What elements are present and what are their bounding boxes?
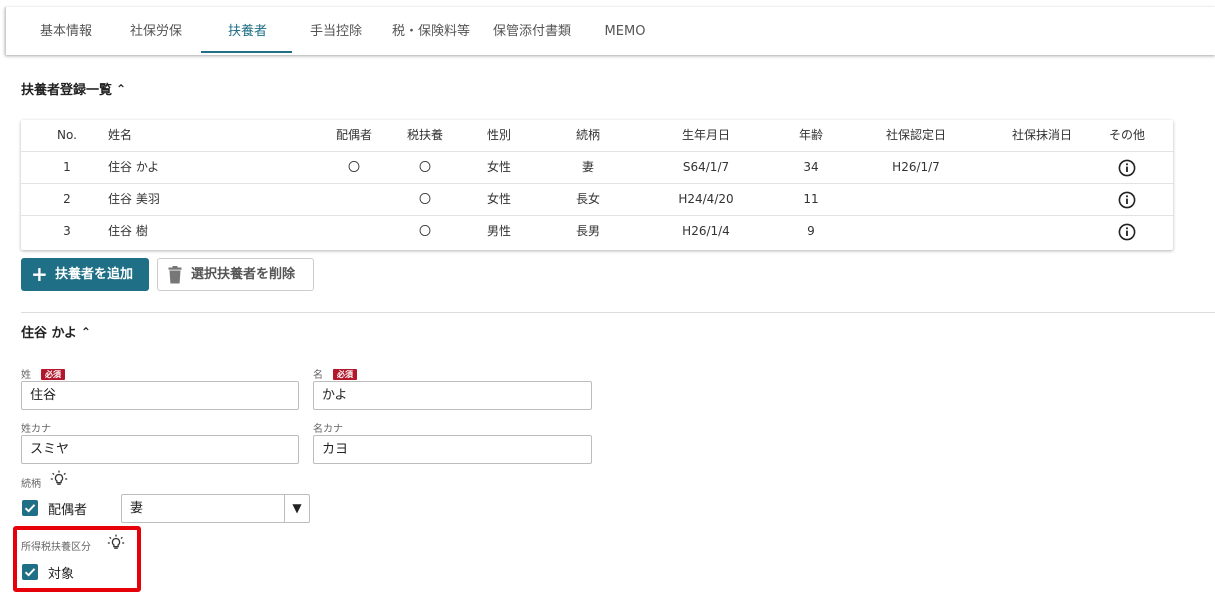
- col-age: 年齢: [798, 128, 823, 142]
- trash-icon: [168, 266, 182, 284]
- col-no: No.: [57, 128, 77, 142]
- spouse-checkbox-label[interactable]: 配偶者: [48, 499, 87, 518]
- chevron-up-icon: ⌃: [80, 325, 91, 339]
- chevron-up-icon: ⌃: [116, 82, 127, 96]
- lightbulb-icon[interactable]: [50, 470, 68, 488]
- plus-icon: +: [31, 262, 48, 286]
- info-icon[interactable]: [1118, 159, 1136, 177]
- row-ins-date: [871, 216, 961, 248]
- required-badge: 必須: [41, 369, 65, 380]
- row-age: 9: [807, 224, 815, 238]
- dependents-table: No. 姓名 配偶者 税扶養 性別 続柄 生年月日 年齢 社保認定日 社保抹消日…: [21, 120, 1173, 250]
- row-birthdate: H26/1/4: [682, 224, 730, 238]
- row-ins-date: H26/1/7: [892, 160, 940, 174]
- tab-bar: 基本情報 社保労保 扶養者 手当控除 税・保険料等 保管添付書類 MEMO: [5, 7, 1215, 55]
- relation-select-value: 妻: [130, 501, 144, 516]
- section-divider: [21, 312, 1215, 313]
- relation-select[interactable]: 妻 ▼: [121, 494, 310, 523]
- col-spouse: 配偶者: [335, 128, 372, 142]
- row-relation: 長男: [575, 224, 600, 238]
- row-gender: 女性: [486, 192, 511, 206]
- row-age: 11: [803, 192, 819, 206]
- row-birthdate: H24/4/20: [678, 192, 734, 206]
- col-birthdate: 生年月日: [681, 128, 730, 142]
- check-icon: [24, 504, 36, 513]
- row-ins-remove: [997, 216, 1087, 248]
- row-name: 住谷 樹: [108, 224, 148, 238]
- dropdown-arrow-icon[interactable]: ▼: [284, 495, 309, 522]
- delete-dependent-label: 選択扶養者を削除: [191, 267, 296, 282]
- tab-memo[interactable]: MEMO: [590, 7, 660, 55]
- tab-basic-info[interactable]: 基本情報: [28, 7, 104, 55]
- last-name-kana-label: 姓カナ: [21, 424, 51, 435]
- row-no: 3: [63, 224, 71, 238]
- row-ins-remove: [997, 152, 1087, 184]
- dependent-detail-header[interactable]: 住谷 かよ ⌃: [21, 322, 91, 341]
- row-name: 住谷 かよ: [108, 160, 160, 174]
- row-no: 1: [63, 160, 71, 174]
- first-name-label: 名: [313, 370, 323, 381]
- first-name-input[interactable]: かよ: [313, 381, 592, 410]
- add-dependent-button[interactable]: + 扶養者を追加: [21, 258, 149, 291]
- last-name-kana-input[interactable]: スミヤ: [21, 435, 299, 464]
- row-spouse: 〇: [347, 160, 360, 174]
- row-gender: 女性: [486, 160, 511, 174]
- dependent-detail-title: 住谷 かよ: [21, 326, 77, 341]
- col-gender: 性別: [486, 128, 511, 142]
- first-name-label-row: 名必須: [313, 366, 357, 381]
- row-relation: 妻: [581, 160, 594, 174]
- first-name-kana-input[interactable]: カヨ: [313, 435, 592, 464]
- required-badge: 必須: [333, 369, 357, 380]
- col-other: その他: [1108, 128, 1145, 142]
- tab-dependents[interactable]: 扶養者: [202, 7, 293, 55]
- col-tax-dependent: 税扶養: [406, 128, 443, 142]
- row-gender: 男性: [486, 224, 511, 238]
- col-ins-date: 社保認定日: [885, 128, 946, 142]
- dependent-list-title: 扶養者登録一覧: [21, 83, 113, 98]
- spouse-checkbox[interactable]: [22, 500, 38, 516]
- row-spouse: [324, 216, 384, 248]
- delete-dependent-button[interactable]: 選択扶養者を削除: [157, 258, 314, 291]
- row-age: 34: [803, 160, 819, 174]
- active-tab-indicator: [201, 51, 292, 53]
- tab-social-insurance[interactable]: 社保労保: [118, 7, 194, 55]
- highlight-box: [13, 526, 141, 592]
- dependent-list-header[interactable]: 扶養者登録一覧 ⌃: [21, 79, 126, 98]
- table-row[interactable]: 1 住谷 かよ 〇 〇 女性 妻 S64/1/7 34 H26/1/7: [21, 152, 1173, 184]
- tab-attachments[interactable]: 保管添付書類: [487, 7, 577, 55]
- col-name: 姓名: [108, 128, 133, 142]
- row-tax-dependent: 〇: [418, 224, 431, 238]
- row-ins-remove: [997, 184, 1087, 216]
- tab-allowance[interactable]: 手当控除: [298, 7, 374, 55]
- row-ins-date: [871, 184, 961, 216]
- col-relation: 続柄: [575, 128, 600, 142]
- last-name-label: 姓: [21, 370, 31, 381]
- row-no: 2: [63, 192, 71, 206]
- row-relation: 長女: [575, 192, 600, 206]
- table-header-row: No. 姓名 配偶者 税扶養 性別 続柄 生年月日 年齢 社保認定日 社保抹消日…: [21, 120, 1173, 152]
- row-name: 住谷 美羽: [108, 192, 160, 206]
- relation-label: 続柄: [21, 479, 41, 490]
- last-name-input[interactable]: 住谷: [21, 381, 299, 410]
- tab-tax-insurance[interactable]: 税・保険料等: [386, 7, 476, 55]
- col-ins-remove: 社保抹消日: [1011, 128, 1072, 142]
- last-name-label-row: 姓必須: [21, 366, 65, 381]
- info-icon[interactable]: [1118, 191, 1136, 209]
- first-name-kana-label: 名カナ: [313, 424, 343, 435]
- table-row[interactable]: 2 住谷 美羽 〇 女性 長女 H24/4/20 11: [21, 184, 1173, 216]
- row-birthdate: S64/1/7: [682, 160, 730, 174]
- row-tax-dependent: 〇: [418, 192, 431, 206]
- table-row[interactable]: 3 住谷 樹 〇 男性 長男 H26/1/4 9: [21, 216, 1173, 248]
- row-spouse: [324, 184, 384, 216]
- info-icon[interactable]: [1118, 223, 1136, 241]
- row-tax-dependent: 〇: [418, 160, 431, 174]
- add-dependent-label: 扶養者を追加: [55, 267, 134, 282]
